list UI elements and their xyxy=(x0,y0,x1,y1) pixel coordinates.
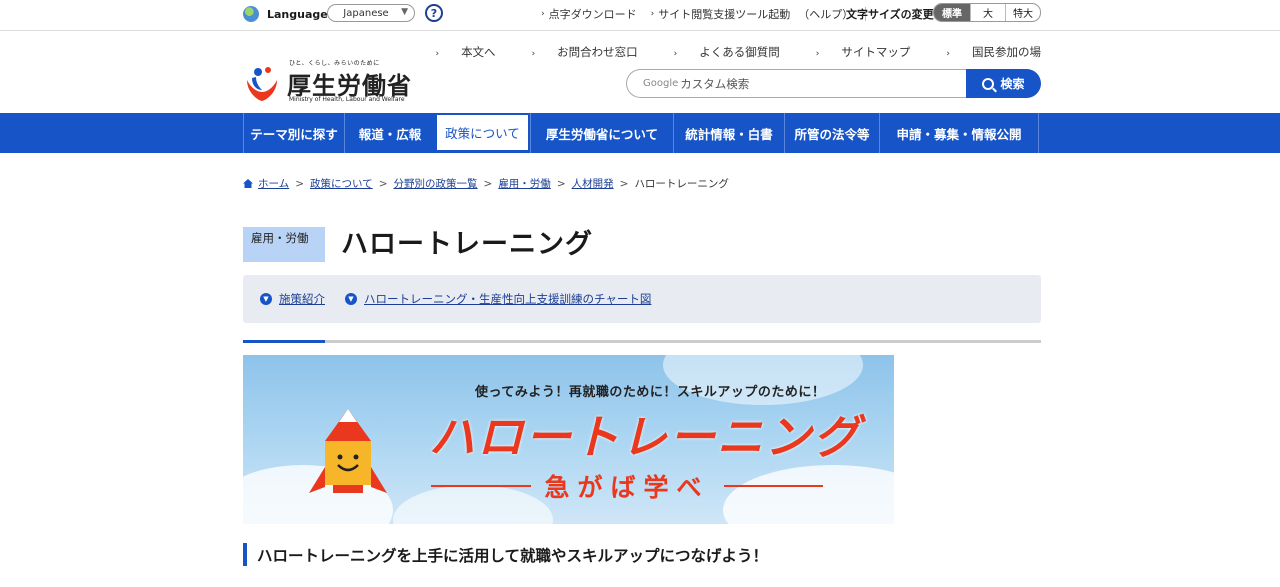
chevron-down-icon: ▼ xyxy=(401,7,408,17)
nav-item-theme[interactable]: テーマ別に探す xyxy=(243,113,344,153)
utility-bar: Language Japanese ▼ ? › 点字ダウンロード › サイト閲覧… xyxy=(0,0,1280,31)
header-link-label: サイトマップ xyxy=(841,45,911,59)
tagline-line xyxy=(431,485,531,487)
nav-item-applications[interactable]: 申請・募集・情報公開 xyxy=(879,113,1039,153)
header-links: › 本文へ › お問合わせ窓口 › よくある御質問 › サイトマップ › 国民参加の場 xyxy=(399,44,1041,60)
chevron-right-icon: › xyxy=(650,9,655,19)
nav-item-laws[interactable]: 所管の法令等 xyxy=(784,113,879,153)
nav-item-statistics[interactable]: 統計情報・白書 xyxy=(673,113,784,153)
banner-tagline: 急がば学べ xyxy=(431,468,824,504)
globe-icon xyxy=(243,6,259,22)
hello-training-banner: 使ってみよう！再就職のために！スキルアップのために！ ハロートレーニング 急がば… xyxy=(243,355,894,524)
breadcrumb-current: ハロートレーニング xyxy=(634,178,729,190)
search-button[interactable]: 検索 xyxy=(966,69,1041,98)
nav-item-press[interactable]: 報道・広報 xyxy=(344,113,435,153)
font-size-label: 文字サイズの変更 xyxy=(846,8,934,21)
nav-item-about[interactable]: 厚生労働省について xyxy=(530,113,673,153)
language-label: Language xyxy=(267,7,328,21)
breadcrumb-home[interactable]: ホーム xyxy=(258,176,289,191)
pencil-mascot-icon xyxy=(309,409,387,493)
site-search: Google カスタム検索 検索 xyxy=(626,69,1041,98)
language-select[interactable]: Japanese ▼ xyxy=(327,4,415,22)
help-icon[interactable]: ? xyxy=(425,4,443,22)
breadcrumb-separator: > xyxy=(619,177,629,190)
braille-download-link[interactable]: 点字ダウンロード xyxy=(549,6,637,22)
font-size-xlarge-button[interactable]: 特大 xyxy=(1005,4,1040,21)
header-link-participation[interactable]: › 国民参加の場 xyxy=(928,44,1041,60)
header-link-label: 本文へ xyxy=(461,45,496,59)
breadcrumb-separator: > xyxy=(556,177,566,190)
font-size-standard-button[interactable]: 標準 xyxy=(934,4,970,21)
breadcrumb-separator: > xyxy=(378,177,388,190)
breadcrumb-hr-development[interactable]: 人材開発 xyxy=(572,176,614,191)
site-logo[interactable]: ひと、くらし、みらいのために 厚生労働省 Ministry of Health,… xyxy=(243,58,413,106)
search-input[interactable]: Google カスタム検索 xyxy=(626,69,966,98)
page-title: ハロートレーニング xyxy=(341,229,593,260)
chevron-down-icon: ▼ xyxy=(260,293,272,305)
lead-heading: ハロートレーニングを上手に活用して就職やスキルアップにつなげよう！ xyxy=(243,543,768,566)
chevron-right-icon: › xyxy=(531,49,536,59)
breadcrumb-policy-list[interactable]: 分野別の政策一覧 xyxy=(394,176,478,191)
browsing-support-link[interactable]: サイト閲覧支援ツール起動 xyxy=(658,6,790,22)
logo-english: Ministry of Health, Labour and Welfare xyxy=(289,96,405,103)
banner-tagline-text: 急がば学べ xyxy=(544,473,710,502)
nav-item-policy[interactable]: 政策について xyxy=(435,113,530,153)
category-badge: 雇用・労働 xyxy=(243,227,325,262)
banner-subtitle: 使ってみよう！再就職のために！スキルアップのために！ xyxy=(475,385,826,400)
font-size-switcher: 標準 大 特大 xyxy=(933,3,1041,22)
chevron-right-icon: › xyxy=(815,49,820,59)
chevron-right-icon: › xyxy=(541,9,545,19)
home-icon xyxy=(243,179,253,188)
google-label: Google xyxy=(643,78,679,89)
chevron-down-icon: ▼ xyxy=(345,293,357,305)
search-button-label: 検索 xyxy=(1000,77,1025,91)
header-link-sitemap[interactable]: › サイトマップ xyxy=(798,44,911,60)
language-select-value: Japanese xyxy=(343,7,389,19)
header-link-label: よくある御質問 xyxy=(699,45,780,59)
breadcrumb-separator: > xyxy=(483,177,493,190)
chevron-right-icon: › xyxy=(435,49,440,59)
tagline-line xyxy=(723,485,824,487)
header-link-faq[interactable]: › よくある御質問 xyxy=(656,44,780,60)
section-divider xyxy=(243,340,1041,343)
anchor-label: ハロートレーニング・生産性向上支援訓練のチャート図 xyxy=(364,292,652,306)
header-link-contact[interactable]: › お問合わせ窓口 xyxy=(514,44,638,60)
breadcrumb-employment[interactable]: 雇用・労働 xyxy=(498,176,551,191)
header-link-label: 国民参加の場 xyxy=(972,45,1041,59)
anchor-training-chart[interactable]: ▼ ハロートレーニング・生産性向上支援訓練のチャート図 xyxy=(345,291,651,307)
chevron-right-icon: › xyxy=(673,49,678,59)
header-link-label: お問合わせ窓口 xyxy=(557,45,638,59)
section-divider-accent xyxy=(243,340,325,343)
browsing-help-link[interactable]: （ヘルプ） xyxy=(798,6,853,22)
anchor-label: 施策紹介 xyxy=(279,292,325,306)
font-size-large-button[interactable]: 大 xyxy=(970,4,1005,21)
search-icon xyxy=(982,77,995,90)
banner-title: ハロートレーニング xyxy=(429,410,861,464)
breadcrumb-separator: > xyxy=(295,177,304,190)
in-page-links: ▼ 施策紹介 ▼ ハロートレーニング・生産性向上支援訓練のチャート図 xyxy=(243,275,1041,323)
mhlw-logo-icon xyxy=(247,67,277,101)
anchor-policy-intro[interactable]: ▼ 施策紹介 xyxy=(260,291,325,307)
chevron-right-icon: › xyxy=(946,49,950,59)
header-link-main[interactable]: › 本文へ xyxy=(417,44,495,60)
breadcrumb: ホーム > 政策について > 分野別の政策一覧 > 雇用・労働 > 人材開発 >… xyxy=(243,176,729,191)
utility-links: › 点字ダウンロード › サイト閲覧支援ツール起動 （ヘルプ） xyxy=(541,6,878,22)
search-placeholder: カスタム検索 xyxy=(680,76,750,91)
global-nav: テーマ別に探す 報道・広報 政策について 厚生労働省について 統計情報・白書 所… xyxy=(0,113,1280,153)
language-switcher: Language Japanese ▼ ? xyxy=(243,4,443,24)
breadcrumb-policy[interactable]: 政策について xyxy=(310,176,373,191)
